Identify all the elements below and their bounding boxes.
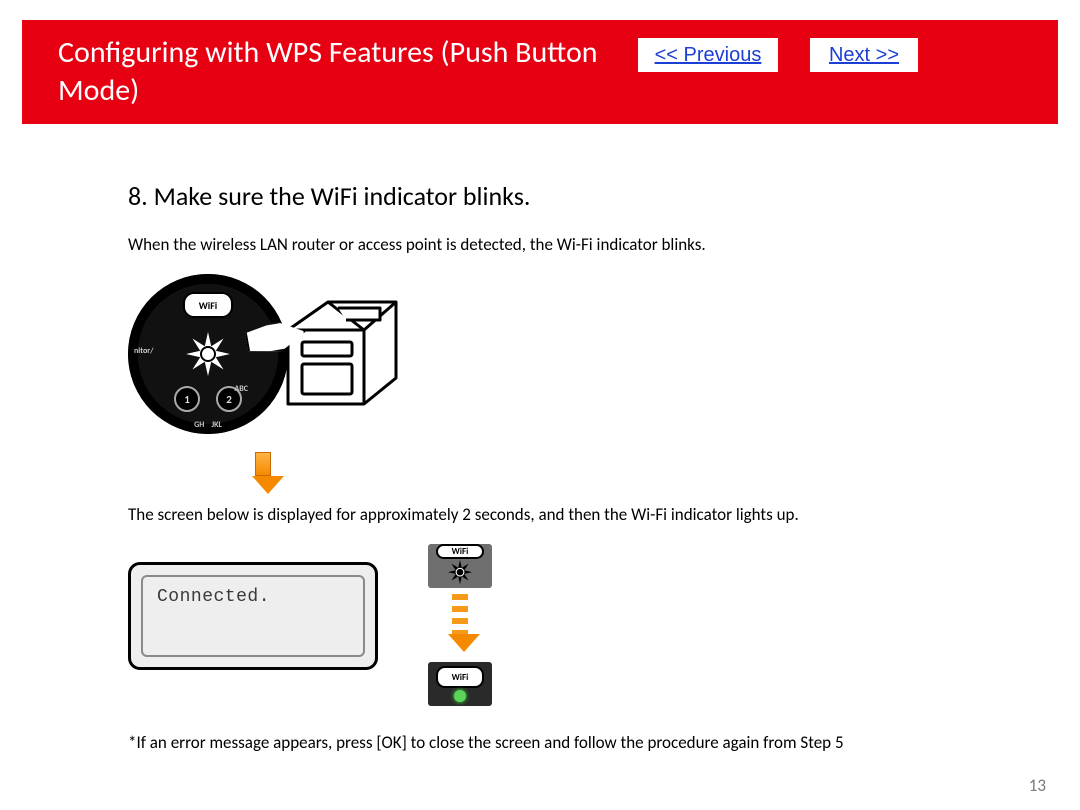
content-area: 8. Make sure the WiFi indicator blinks. … bbox=[128, 180, 958, 772]
wifi-pill-icon: WiFi bbox=[436, 666, 484, 688]
dial-edge-label: nitor/ bbox=[134, 346, 154, 356]
step-paragraph-1: When the wireless LAN router or access p… bbox=[128, 234, 958, 256]
printer-icon bbox=[268, 282, 418, 432]
figure-lcd-and-status: Connected. WiFi bbox=[128, 544, 548, 704]
lcd-text: Connected. bbox=[141, 575, 365, 657]
control-dial: WiFi 1 2 nitor/ ABC GH JKL bbox=[128, 274, 288, 434]
wifi-status-blinking: WiFi bbox=[428, 544, 492, 588]
printer-illustration bbox=[268, 282, 418, 437]
previous-button[interactable]: << Previous bbox=[638, 38, 778, 72]
page: Configuring with WPS Features (Push Butt… bbox=[0, 0, 1080, 810]
arrow-down-dashed-icon bbox=[448, 594, 472, 652]
wifi-burst-icon bbox=[184, 330, 232, 378]
next-button[interactable]: Next >> bbox=[810, 38, 918, 72]
lcd-screen: Connected. bbox=[128, 562, 378, 670]
step-paragraph-2: The screen below is displayed for approx… bbox=[128, 504, 958, 526]
wifi-label-pill: WiFi bbox=[183, 292, 233, 318]
dial-button-1: 1 bbox=[174, 386, 200, 412]
note-text: *If an error message appears, press [OK]… bbox=[128, 732, 958, 754]
page-number: 13 bbox=[1029, 775, 1046, 796]
dial-edge-label: GH JKL bbox=[194, 420, 222, 430]
error-note: *If an error message appears, press [OK]… bbox=[128, 732, 958, 754]
wifi-status-on: WiFi bbox=[428, 662, 492, 706]
wifi-burst-icon bbox=[447, 564, 473, 581]
status-led-icon bbox=[454, 690, 466, 702]
wifi-pill-icon: WiFi bbox=[436, 544, 484, 559]
step-heading: 8. Make sure the WiFi indicator blinks. bbox=[128, 180, 958, 212]
figure-dial-and-printer: WiFi 1 2 nitor/ ABC GH JKL bbox=[128, 274, 418, 444]
page-title: Configuring with WPS Features (Push Butt… bbox=[58, 34, 628, 110]
arrow-down-icon bbox=[252, 452, 274, 494]
title-banner: Configuring with WPS Features (Push Butt… bbox=[22, 20, 1058, 124]
dial-edge-label: ABC bbox=[234, 384, 248, 394]
